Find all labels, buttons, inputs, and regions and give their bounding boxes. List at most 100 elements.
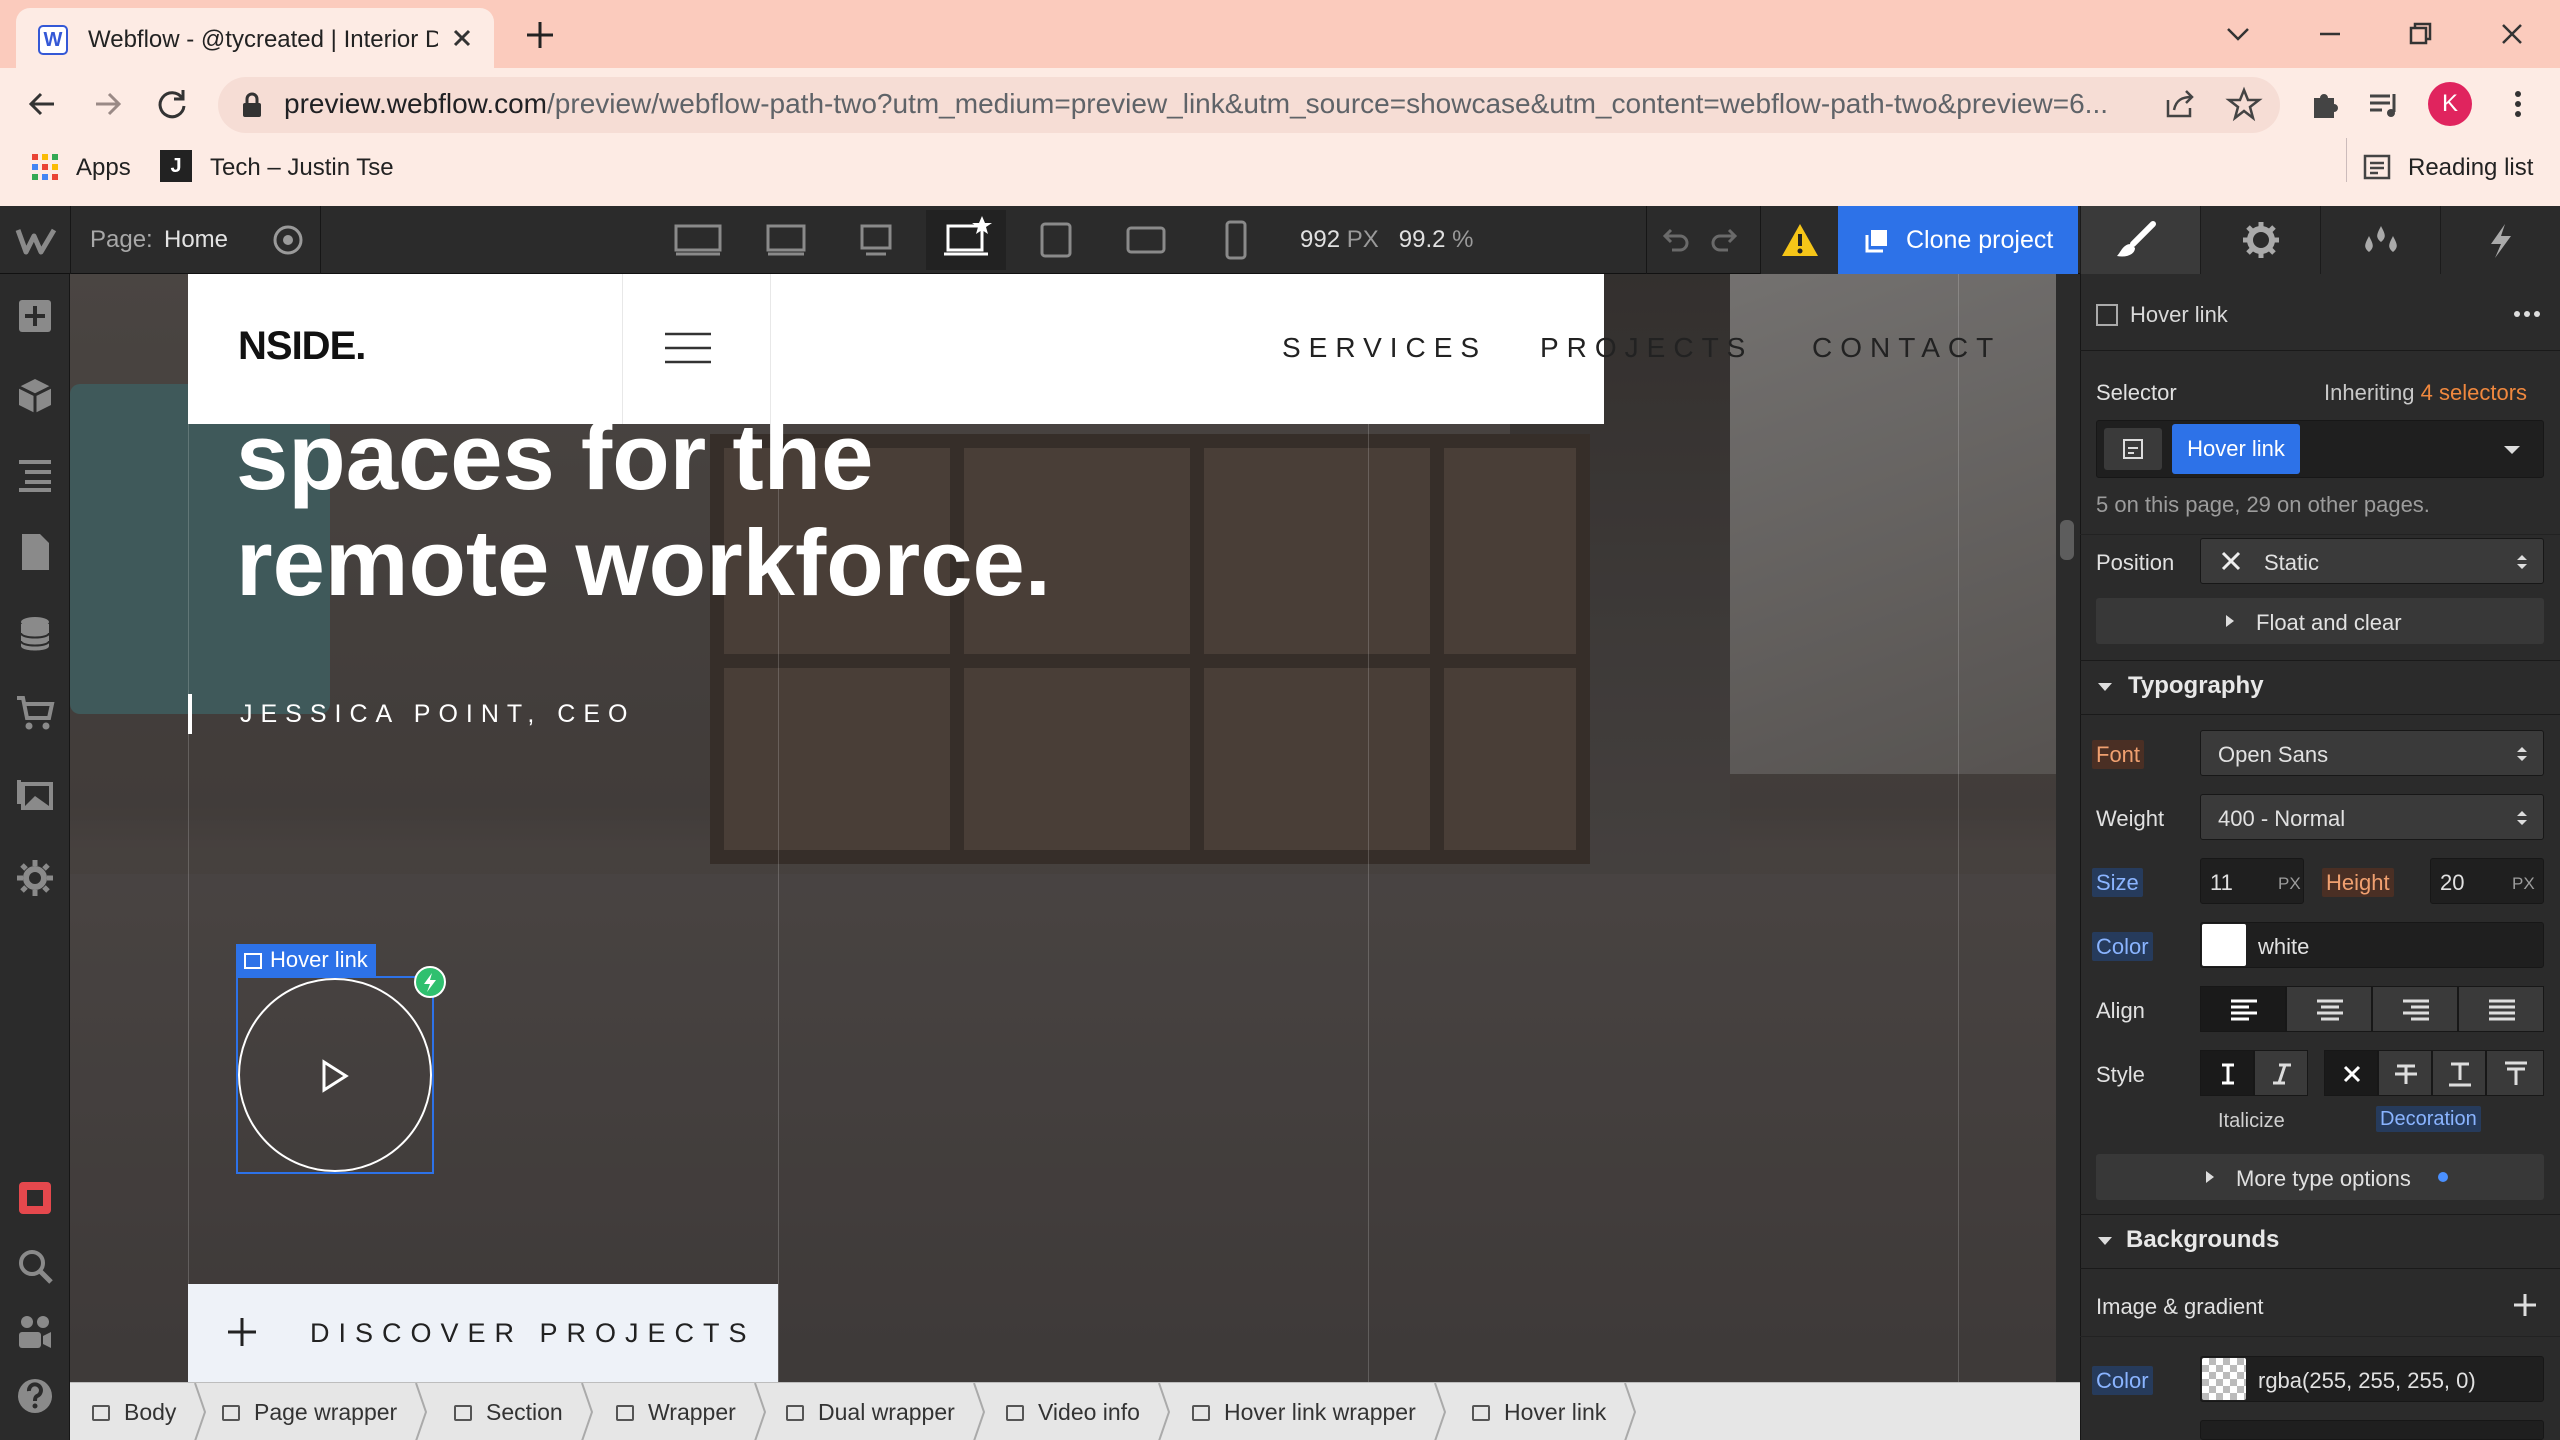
browser-menu-icon[interactable] [2498,84,2538,124]
media-queue-icon[interactable] [2364,84,2404,124]
profile-avatar[interactable]: K [2428,82,2472,126]
breakpoint-1920-icon[interactable] [658,210,738,270]
breakpoint-tablet-icon[interactable] [1016,210,1096,270]
audit-warning-button[interactable] [1760,206,1838,274]
tab-search-chevron-icon[interactable] [2218,14,2258,54]
browser-tab[interactable]: W Webflow - @tycreated | Interior D [16,8,494,68]
nav-link-contact[interactable]: CONTACT [1812,332,2001,364]
symbols-icon[interactable] [13,374,57,418]
reload-icon[interactable] [150,82,194,126]
undo-icon[interactable] [1656,222,1692,258]
hamburger-menu-icon[interactable] [663,328,713,368]
preview-eye-icon[interactable] [270,222,306,258]
page-selector[interactable]: Home [164,226,228,254]
canvas-size-readout[interactable]: 992 PX 99.2 % [1300,226,1473,254]
tab-style[interactable] [2080,206,2200,274]
position-select[interactable] [2200,538,2544,584]
breadcrumb-item-section[interactable]: Section [454,1383,593,1440]
back-icon[interactable] [20,82,64,126]
clone-project-button[interactable]: Clone project [1838,206,2078,274]
italic-on-button[interactable] [2254,1050,2308,1096]
breadcrumb-item-page-wrapper[interactable]: Page wrapper [222,1383,428,1440]
cms-icon[interactable] [13,612,57,656]
caret-down-icon[interactable] [2094,676,2116,698]
breadcrumb-item-dual-wrapper[interactable]: Dual wrapper [786,1383,985,1440]
play-icon[interactable] [316,1058,352,1094]
tab-settings[interactable] [2200,206,2320,274]
webflow-logo-icon[interactable] [14,218,58,262]
selector-type-icon[interactable] [2104,428,2162,470]
breadcrumb-item-body[interactable]: Body [92,1383,207,1440]
caret-down-icon[interactable] [2094,1230,2116,1252]
nav-link-services[interactable]: SERVICES [1282,332,1487,364]
bookmark-star-icon[interactable] [2224,84,2264,124]
interaction-bolt-icon[interactable] [414,966,446,998]
redo-icon[interactable] [1708,222,1744,258]
bookmark-apps[interactable]: Apps [76,154,131,182]
video-tutorial-icon[interactable] [13,1176,57,1220]
tab-style-manager[interactable] [2320,206,2440,274]
reading-list-label[interactable]: Reading list [2408,154,2533,182]
breadcrumb-item-video-info[interactable]: Video info [1006,1383,1170,1440]
discover-projects-link[interactable]: DISCOVER PROJECTS [188,1284,778,1382]
decoration-none-button[interactable] [2324,1050,2378,1096]
bookmark-tech-justin-tse[interactable]: Tech – Justin Tse [210,154,394,182]
line-height-unit[interactable]: PX [2512,874,2535,894]
color-swatch[interactable] [2202,924,2246,966]
extensions-icon[interactable] [2304,84,2344,124]
add-background-icon[interactable] [2510,1290,2540,1320]
share-icon[interactable] [2160,84,2200,124]
overline-button[interactable] [2486,1050,2544,1096]
typography-heading[interactable]: Typography [2128,672,2264,700]
align-left-button[interactable] [2200,986,2286,1032]
transparent-swatch[interactable] [2202,1358,2246,1400]
minimize-icon[interactable] [2310,14,2350,54]
size-unit[interactable]: PX [2278,874,2301,894]
site-logo[interactable]: NSIDE. [238,324,366,369]
pages-icon[interactable] [13,530,57,574]
search-icon[interactable] [13,1244,57,1288]
add-elements-icon[interactable] [13,294,57,338]
canvas-scroll-thumb[interactable] [2060,520,2074,560]
underline-button[interactable] [2432,1050,2486,1096]
align-center-button[interactable] [2286,986,2372,1032]
settings-gear-icon[interactable] [13,856,57,900]
ecommerce-cart-icon[interactable] [13,690,57,734]
author-credit[interactable]: JESSICA POINT, CEO [240,700,635,729]
assets-icon[interactable] [13,772,57,816]
close-tab-icon[interactable] [446,22,478,54]
apps-grid-icon[interactable] [30,152,60,182]
more-options-icon[interactable] [2510,300,2544,328]
italic-off-button[interactable] [2200,1050,2254,1096]
breakpoint-desktop-base-icon[interactable] [926,210,1006,270]
restore-icon[interactable] [2400,14,2440,54]
color-input[interactable] [2200,922,2544,968]
inheriting-count[interactable]: 4 selectors [2421,380,2527,405]
selector-dropdown-icon[interactable] [2498,436,2526,464]
close-window-icon[interactable] [2492,14,2532,54]
align-right-button[interactable] [2372,986,2458,1032]
backgrounds-heading[interactable]: Backgrounds [2126,1226,2279,1254]
align-justify-button[interactable] [2458,986,2544,1032]
selector-field[interactable] [2096,420,2544,478]
breakpoint-1280-icon[interactable] [836,210,916,270]
selector-chip[interactable]: Hover link [2172,424,2300,474]
strikethrough-button[interactable] [2378,1050,2432,1096]
breakpoint-mobile-landscape-icon[interactable] [1106,210,1186,270]
breakpoint-1440-icon[interactable] [746,210,826,270]
new-tab-icon[interactable] [520,18,560,52]
reading-list-icon[interactable] [2362,152,2392,182]
forward-icon[interactable] [86,82,130,126]
breakpoint-mobile-portrait-icon[interactable] [1196,210,1276,270]
tab-interactions[interactable] [2440,206,2560,274]
breadcrumb-item-hover-link[interactable]: Hover link [1472,1383,1637,1440]
help-icon[interactable] [13,1374,57,1418]
site-navbar[interactable]: NSIDE. SERVICES PROJECTS CONTACT [188,274,1993,424]
breadcrumb-item-wrapper[interactable]: Wrapper [616,1383,766,1440]
hero-heading[interactable]: spaces for the remote workforce. [236,404,1051,616]
design-canvas[interactable]: spaces for the remote workforce. NSIDE. … [70,274,2056,1382]
canvas-scrollbar[interactable] [2056,274,2080,1382]
navigator-icon[interactable] [13,452,57,496]
collaborators-icon[interactable] [13,1310,57,1354]
breadcrumb-item-hover-link-wrapper[interactable]: Hover link wrapper [1192,1383,1446,1440]
